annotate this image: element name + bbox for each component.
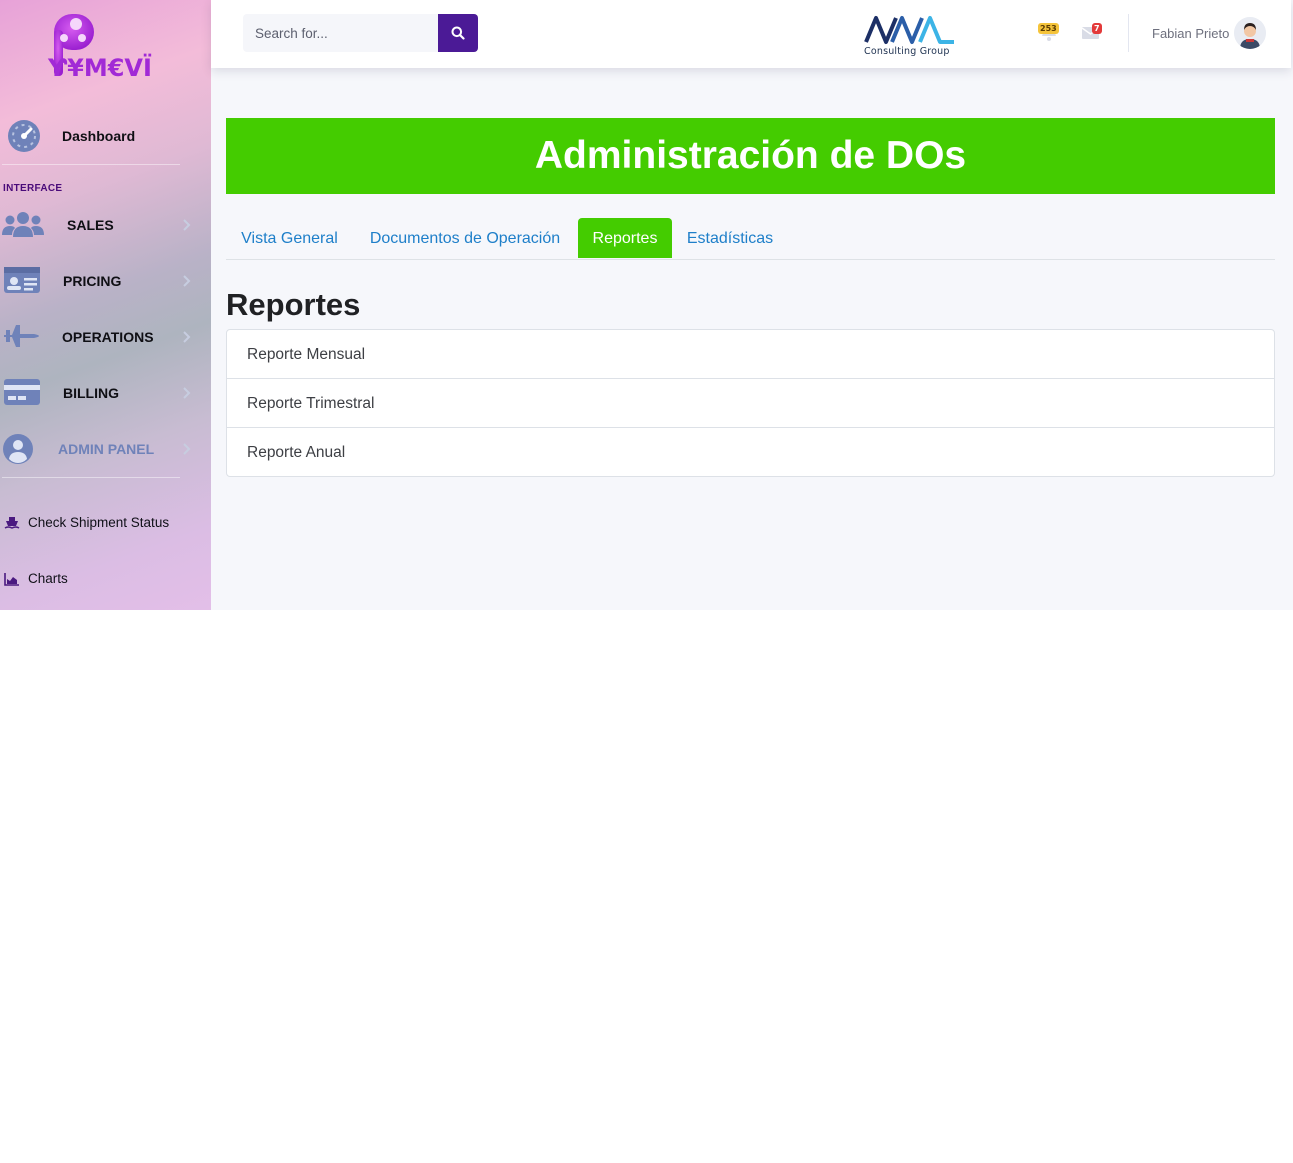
list-item[interactable]: Reporte Anual — [227, 428, 1274, 476]
sidebar-divider — [2, 477, 180, 478]
topbar-divider — [1128, 14, 1129, 52]
tab-bar: Vista General Documentos de Operación Re… — [226, 218, 1275, 260]
credit-card-icon — [4, 379, 40, 405]
search-input[interactable] — [243, 14, 438, 52]
tab-estadisticas[interactable]: Estadísticas — [678, 218, 782, 258]
alerts-dropdown[interactable]: 253 — [1036, 20, 1064, 44]
sidebar-item-label: SALES — [67, 217, 114, 233]
chevron-right-icon — [183, 331, 191, 343]
logo-text: Ƴ¥M€VÏ — [48, 54, 152, 82]
sidebar-heading: INTERFACE — [3, 183, 63, 194]
tab-documentos-de-operacion[interactable]: Documentos de Operación — [357, 218, 573, 258]
user-circle-icon — [3, 434, 33, 464]
sidebar-item-label: ADMIN PANEL — [58, 441, 155, 457]
search-icon — [451, 26, 465, 40]
chevron-right-icon — [183, 387, 191, 399]
id-card-icon — [4, 267, 40, 293]
sidebar-link-label: Charts — [28, 571, 68, 586]
sidebar-item-sales[interactable]: SALES — [0, 205, 211, 245]
sidebar-item-billing[interactable]: BILLING — [0, 373, 211, 413]
tachometer-icon — [8, 120, 40, 152]
sidebar-item-pricing[interactable]: PRICING — [0, 261, 211, 301]
area-chart-icon — [4, 573, 19, 586]
avatar[interactable] — [1234, 17, 1266, 49]
alerts-count-badge: 253 — [1038, 23, 1059, 34]
chevron-right-icon — [183, 275, 191, 287]
page-title: Administración de DOs — [534, 134, 967, 177]
tab-reportes[interactable]: Reportes — [578, 218, 672, 258]
sidebar-item-operations[interactable]: OPERATIONS — [0, 317, 211, 357]
sidebar-link-label: Check Shipment Status — [28, 515, 170, 530]
users-icon — [2, 212, 44, 237]
user-name[interactable]: Fabian Prieto — [1152, 26, 1229, 41]
tab-vista-general[interactable]: Vista General — [226, 218, 353, 258]
sidebar-item-label: BILLING — [63, 385, 119, 401]
messages-count-badge: 7 — [1092, 23, 1102, 34]
search-button[interactable] — [438, 14, 478, 52]
ship-icon — [4, 517, 20, 529]
content-wrapper — [211, 0, 1293, 610]
sidebar-divider — [2, 164, 180, 165]
list-item[interactable]: Reporte Mensual — [227, 330, 1274, 379]
chevron-right-icon — [183, 219, 191, 231]
sidebar-link-charts[interactable]: Charts — [0, 567, 211, 591]
list-item[interactable]: Reporte Trimestral — [227, 379, 1274, 428]
page-banner: Administración de DOs — [226, 118, 1275, 194]
sidebar-item-label: OPERATIONS — [62, 329, 154, 345]
fighter-jet-icon — [4, 325, 39, 347]
sidebar-link-check-shipment-status[interactable]: Check Shipment Status — [0, 511, 211, 535]
messages-dropdown[interactable]: 7 — [1080, 20, 1108, 44]
sidebar-item-admin-panel[interactable]: ADMIN PANEL — [0, 429, 211, 469]
company-logo-subtitle: Consulting Group — [864, 46, 950, 57]
sidebar-item-dashboard[interactable]: Dashboard — [0, 116, 211, 156]
sidebar: Ƴ¥M€VÏ Dashboard INTERFACE SALES PRICING… — [0, 0, 211, 610]
reports-list: Reporte Mensual Reporte Trimestral Repor… — [226, 329, 1275, 477]
sidebar-item-label: Dashboard — [62, 128, 136, 144]
section-title: Reportes — [226, 287, 361, 322]
sidebar-item-label: PRICING — [63, 273, 122, 289]
chevron-right-icon — [183, 443, 191, 455]
user-avatar-icon — [1234, 17, 1266, 49]
